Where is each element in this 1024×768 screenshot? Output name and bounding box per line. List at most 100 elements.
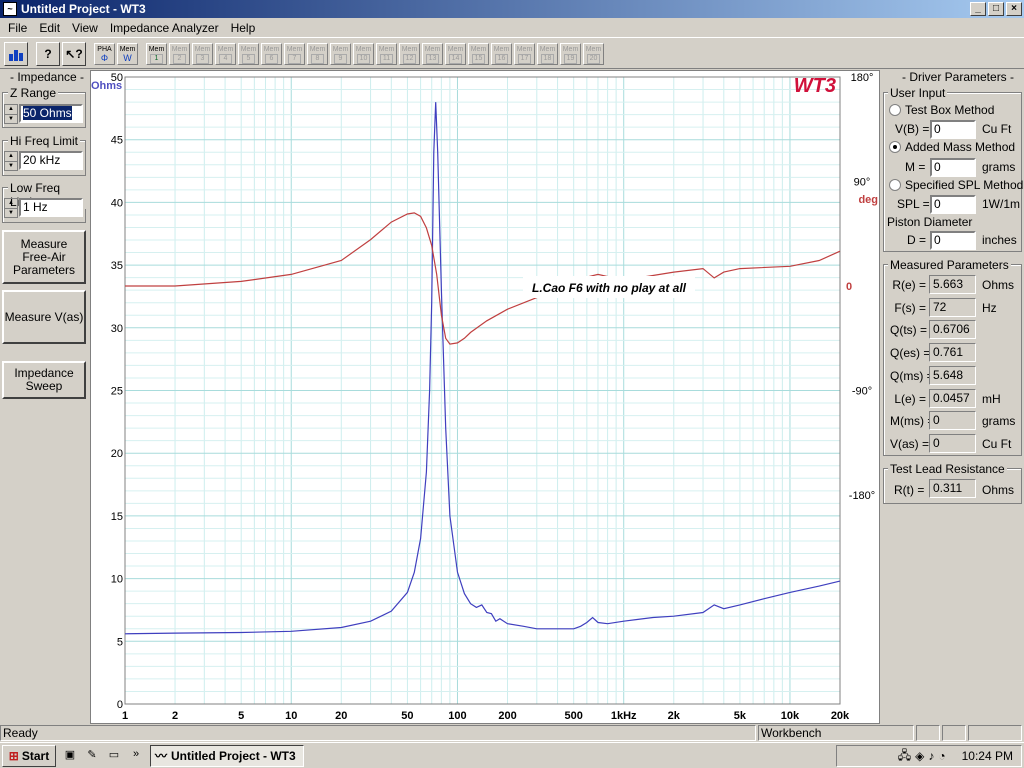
y-tick-label: 40 [111, 197, 123, 209]
mem-slot-label: Mem [217, 45, 234, 53]
help-button[interactable]: ? [36, 41, 60, 66]
param-value: 5.648 [929, 365, 976, 385]
piston-label: Piston Diameter [887, 215, 973, 229]
z-range-input[interactable]: 50 Ohms [19, 104, 83, 123]
mem-slot-11[interactable]: Mem 11 [376, 42, 397, 65]
start-button[interactable]: ⊞ Start [2, 744, 56, 767]
y-tick-label: 10 [111, 574, 123, 586]
mem-slot-9[interactable]: Mem 9 [330, 42, 351, 65]
spin-up-icon[interactable]: ▲ [5, 152, 17, 162]
spin-down-icon[interactable]: ▼ [5, 162, 17, 171]
spin-down-icon[interactable]: ▼ [5, 209, 17, 218]
chart-icon-button[interactable] [4, 41, 28, 66]
mem-slot-number: 12 [403, 53, 416, 64]
mem-slot-10[interactable]: Mem 10 [353, 42, 374, 65]
mem-slot-5[interactable]: Mem 5 [238, 42, 259, 65]
mem-slot-14[interactable]: Mem 14 [445, 42, 466, 65]
test-box-radio[interactable] [889, 104, 901, 116]
impedance-panel: - Impedance - Z Range ▲ ▼ 50 Ohms Hi Freq… [0, 70, 88, 724]
test-box-label: Test Box Method [905, 103, 995, 117]
context-help-button[interactable]: ↖? [62, 41, 86, 66]
menu-edit[interactable]: Edit [33, 21, 66, 35]
toolbar: ? ↖? PHA Φ Mem W Mem 1 Mem 2 Mem 3 Mem 4 Mem 5 Mem 6 M… [0, 39, 1024, 69]
taskbar-task-wt3[interactable]: 〰 Untitled Project - WT3 [150, 744, 304, 767]
start-label: Start [21, 748, 50, 763]
close-button[interactable]: × [1006, 2, 1022, 16]
spl-label: SPL = [897, 197, 930, 211]
mem-slot-17[interactable]: Mem 17 [514, 42, 535, 65]
memory-slots: Mem 1 Mem 2 Mem 3 Mem 4 Mem 5 Mem 6 Mem 7 Mem 8 Mem 9 Mem 1… [146, 42, 606, 65]
mem-slot-3[interactable]: Mem 3 [192, 42, 213, 65]
mem-slot-19[interactable]: Mem 19 [560, 42, 581, 65]
spin-up-icon[interactable]: ▲ [5, 105, 17, 115]
menu-bar: File Edit View Impedance Analyzer Help [0, 18, 1024, 38]
vb-input[interactable]: 0 [930, 120, 976, 139]
m-input[interactable]: 0 [930, 158, 976, 177]
low-freq-input[interactable]: 1 Hz [19, 198, 83, 217]
spl-input[interactable]: 0 [930, 195, 976, 214]
mem-slot-number: 8 [311, 53, 324, 64]
menu-help[interactable]: Help [225, 21, 262, 35]
hi-freq-input[interactable]: 20 kHz [19, 151, 83, 170]
mem-slot-8[interactable]: Mem 8 [307, 42, 328, 65]
mem-slot-20[interactable]: Mem 20 [583, 42, 604, 65]
measure-free-air-button[interactable]: Measure Free-Air Parameters [2, 230, 86, 284]
measured-params-label: Measured Parameters [888, 258, 1011, 272]
z-range-label: Z Range [8, 86, 59, 100]
y-tick-label: 30 [111, 323, 123, 335]
measure-vas-button[interactable]: Measure V(as) [2, 290, 86, 344]
tray-clock[interactable]: 10:24 PM [962, 749, 1013, 763]
impedance-sweep-button[interactable]: Impedance Sweep [2, 361, 86, 399]
quick-launch-chevron[interactable]: » [128, 748, 144, 764]
mem-slot-number: 18 [541, 53, 554, 64]
mem-write-button[interactable]: Mem W [117, 42, 138, 65]
tray-network-icon[interactable]: 🖧 [898, 746, 911, 767]
mem-slot-7[interactable]: Mem 7 [284, 42, 305, 65]
mem-slot-16[interactable]: Mem 16 [491, 42, 512, 65]
mem-slot-2[interactable]: Mem 2 [169, 42, 190, 65]
quick-launch-app-icon[interactable]: ▣ [62, 748, 78, 764]
x-tick-label: 100 [448, 710, 466, 722]
mem-slot-4[interactable]: Mem 4 [215, 42, 236, 65]
spin-down-icon[interactable]: ▼ [5, 115, 17, 124]
mem-slot-label: Mem [401, 45, 418, 53]
title-bar: ~ Untitled Project - WT3 _ □ × [0, 0, 1024, 18]
added-mass-radio[interactable] [889, 141, 901, 153]
x-tick-label: 2 [172, 710, 178, 722]
mem-slot-label: Mem [194, 45, 211, 53]
mem-slot-label: Mem [355, 45, 372, 53]
mem-slot-1[interactable]: Mem 1 [146, 42, 167, 65]
d-input[interactable]: 0 [930, 231, 976, 250]
menu-impedance-analyzer[interactable]: Impedance Analyzer [104, 21, 225, 35]
minimize-button[interactable]: _ [970, 2, 986, 16]
maximize-button[interactable]: □ [988, 2, 1004, 16]
spl-radio[interactable] [889, 179, 901, 191]
mem-slot-12[interactable]: Mem 12 [399, 42, 420, 65]
low-freq-spinner[interactable]: ▲ ▼ [4, 198, 18, 218]
mem-slot-15[interactable]: Mem 15 [468, 42, 489, 65]
z-range-spinner[interactable]: ▲ ▼ [4, 104, 18, 124]
mem-slot-label: Mem [286, 45, 303, 53]
d-unit: inches [982, 233, 1017, 247]
tray-clock-icon[interactable]: ◔ [938, 749, 945, 763]
tray-speaker-icon[interactable]: ♪ [928, 749, 934, 763]
menu-file[interactable]: File [2, 21, 33, 35]
d-label: D = [907, 233, 927, 247]
menu-view[interactable]: View [66, 21, 104, 35]
hi-freq-spinner[interactable]: ▲ ▼ [4, 151, 18, 171]
mem-slot-6[interactable]: Mem 6 [261, 42, 282, 65]
tray-shield-icon[interactable]: ◈ [915, 749, 924, 763]
x-tick-label: 5k [734, 710, 747, 722]
quick-launch-pen-icon[interactable]: ✎ [84, 748, 100, 764]
pointer-question-icon: ↖? [65, 46, 83, 61]
param-unit: Ohms [982, 278, 1015, 292]
phase-toggle[interactable]: PHA Φ [94, 42, 115, 65]
mem-slot-18[interactable]: Mem 18 [537, 42, 558, 65]
y-tick-label: 45 [111, 135, 123, 147]
mem-slot-13[interactable]: Mem 13 [422, 42, 443, 65]
param-value: 0.761 [929, 343, 976, 363]
param-value: 0.6706 [929, 320, 976, 340]
spin-up-icon[interactable]: ▲ [5, 199, 17, 209]
quick-launch-desktop-icon[interactable]: ▭ [106, 748, 122, 764]
mem-slot-number: 10 [357, 53, 370, 64]
